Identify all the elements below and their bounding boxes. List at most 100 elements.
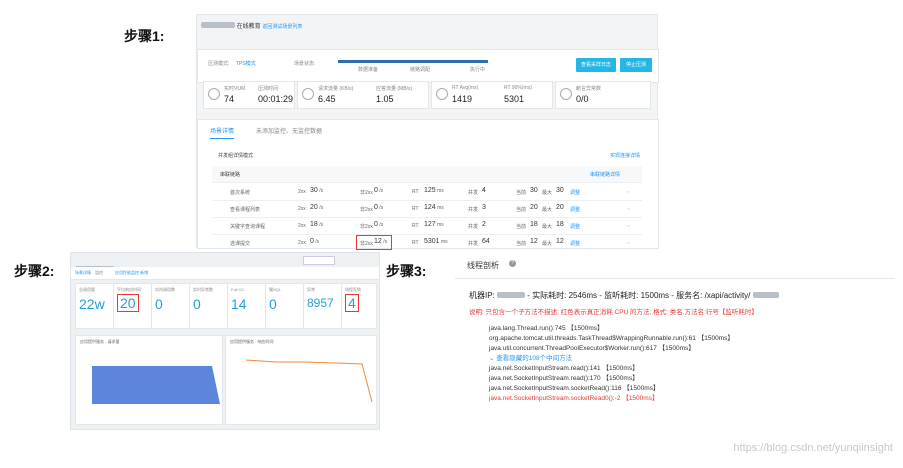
tab-scene-detail[interactable]: 场景详情 [210,126,235,139]
toggle-hidden-methods[interactable]: ⌄ 查看隐藏的108个中间方法 [489,352,572,362]
rt-value: 125 [424,187,436,194]
metric-value: 00:01:29 [258,94,294,104]
summary-rest: - 实际耗时: 2546ms - 监听耗时: 1500ms - 服务名: /xa… [527,291,751,300]
drag-handle-icon[interactable]: ⇔ [626,206,631,212]
conc-value: 2 [482,221,486,228]
metric-label: 实时调用数 [155,287,175,292]
stack-frame: java.lang.Thread.run():745 【1500ms】 [489,325,604,332]
progress-step-3: 执行中 [470,67,486,73]
summary-prefix: 机器IP: [469,291,495,300]
cur-value: 20 [530,204,538,211]
drag-handle-icon[interactable]: ⇔ [626,240,631,246]
col-label: 2xx [298,189,306,195]
unit: /s [379,222,384,228]
help-icon[interactable]: ? [509,260,516,267]
unit: /s [319,222,324,228]
metric-label: RT 90%(ms) [504,85,532,91]
col-label: 当前 [516,207,527,213]
request-area [92,366,220,404]
redacted-service [752,292,779,298]
mode-label: 压测模式: [208,61,230,67]
tab-apm[interactable]: 应用性能监控 新增 [115,270,148,276]
sub-link[interactable]: 串联链路详情 [590,171,620,178]
clock-icon [208,88,220,100]
stack-frame-hot: java.net.SocketInputStream.socketRead0()… [489,395,659,402]
title-suffix: 在线教育 [236,24,261,30]
unit: ms [437,222,444,228]
unit: /s [315,239,320,245]
metric-value: 20 [117,294,139,312]
section-link[interactable]: 实现连接详情 [610,152,640,159]
stack-frame: java.net.SocketInputStream.socketRead():… [489,385,660,392]
col-label: 并发 [468,190,479,196]
response-line [245,359,373,403]
stop-test-button[interactable]: 停止压测 [620,58,652,72]
metric-vum: 实时VUM 74 压测时间 00:01:29 [203,81,295,109]
metric-value: 0/0 [576,94,589,104]
col-label: 最大 [542,241,553,247]
app-monitor-panel: 场景详情 监控 应用性能监控 新增 总调用量 22w 平均响应时间 20 实时调用数… [70,252,380,430]
panel3-title: 线程剖析 [467,261,499,270]
step2-label: 步骤2: [14,263,55,279]
redacted-name [201,22,235,28]
response-chart: 应用提供服务 - 响应时间 [225,335,377,425]
unit: ms [437,205,444,211]
metric-value: 1419 [452,94,473,104]
row-name: 选课提交 [230,241,251,247]
table-row: 查看课程列表 2xx 20 /s 非2xx 0 /s RT 124 ms 并发 … [212,201,642,218]
back-to-scene-list-link[interactable]: 返回测试场景列表 [262,24,302,30]
tab-monitor[interactable]: 监控 [95,270,103,276]
max-value: 30 [556,187,564,194]
progress-step-1: 数据准备 [358,67,379,73]
gauge-icon [436,88,448,100]
metric-label: 实时VUM [224,86,246,92]
adjust-link[interactable]: 调整 [570,189,580,196]
detail-tabs-area: 场景详情 未添加监控、无监控数据 并发组详情模式 实现连接详情 串联链路 串联链… [197,119,659,251]
tps-value: 30 [310,187,318,194]
metric-value: 0 [269,296,277,312]
metric-label: 慢SQL [269,287,282,292]
unit: /s [379,188,384,194]
col-label: 当前 [516,224,527,230]
request-chart: 应用提供服务 - 请求量 [75,335,223,425]
metric-traffic: 请求流量 (KB/s) 6.45 应答流量 (MB/s) 1.05 [297,81,429,109]
adjust-link[interactable]: 调整 [570,240,580,247]
tab-monitor[interactable]: 未添加监控、无监控数据 [256,126,322,135]
tps-value: 0 [310,238,314,245]
metric-label: 实时异常数 [193,287,213,292]
col-label: 非2xx [360,224,373,230]
col-label: 并发 [468,207,479,213]
tab-scene[interactable]: 场景详情 [75,270,91,276]
search-input[interactable] [303,256,335,265]
adjust-link[interactable]: 调整 [570,206,580,213]
globe-icon [302,88,314,100]
adjust-link[interactable]: 调整 [570,223,580,230]
progress-step-2: 链路调配 [410,67,431,73]
max-value: 20 [556,204,564,211]
metric-label: 断言异常数 [576,86,602,92]
metric-value: 1.05 [376,94,394,104]
col-label: RT [412,189,419,195]
col-label: 最大 [542,207,553,213]
unit: /s [319,205,324,211]
conc-value: 3 [482,204,486,211]
step3-label: 步骤3: [386,263,427,279]
metric-card: 慢SQL 0 [265,283,307,329]
monitor-tabs: 场景详情 监控 应用性能监控 新增 [71,267,379,280]
max-value: 12 [556,238,564,245]
drag-handle-icon[interactable]: ⇔ [626,189,631,195]
request-chart-svg [92,366,220,404]
stack-frame: org.apache.tomcat.util.threads.TaskThrea… [489,335,734,342]
metric-value: 0 [193,296,201,312]
view-sample-log-button[interactable]: 查看采样日志 [576,58,616,72]
metric-card: 异常 8957 [303,283,345,329]
drag-handle-icon[interactable]: ⇔ [626,223,631,229]
table-row: 选课提交 2xx 0 /s 非2xx 12 /s RT 5301 ms 并发 6… [212,235,642,251]
redacted-ip [497,292,526,298]
metric-label: 异常 [307,287,315,292]
table-row: 首次系统 2xx 30 /s 非2xx 0 /s RT 125 ms 并发 4 … [212,184,642,201]
row-name: 首次系统 [230,190,251,196]
stack-frame: java.net.SocketInputStream.read():170 【1… [489,375,639,382]
table-row: 关键字查询课程 2xx 18 /s 非2xx 0 /s RT 127 ms 并发… [212,218,642,235]
metric-label: 请求流量 (KB/s) [318,86,354,92]
